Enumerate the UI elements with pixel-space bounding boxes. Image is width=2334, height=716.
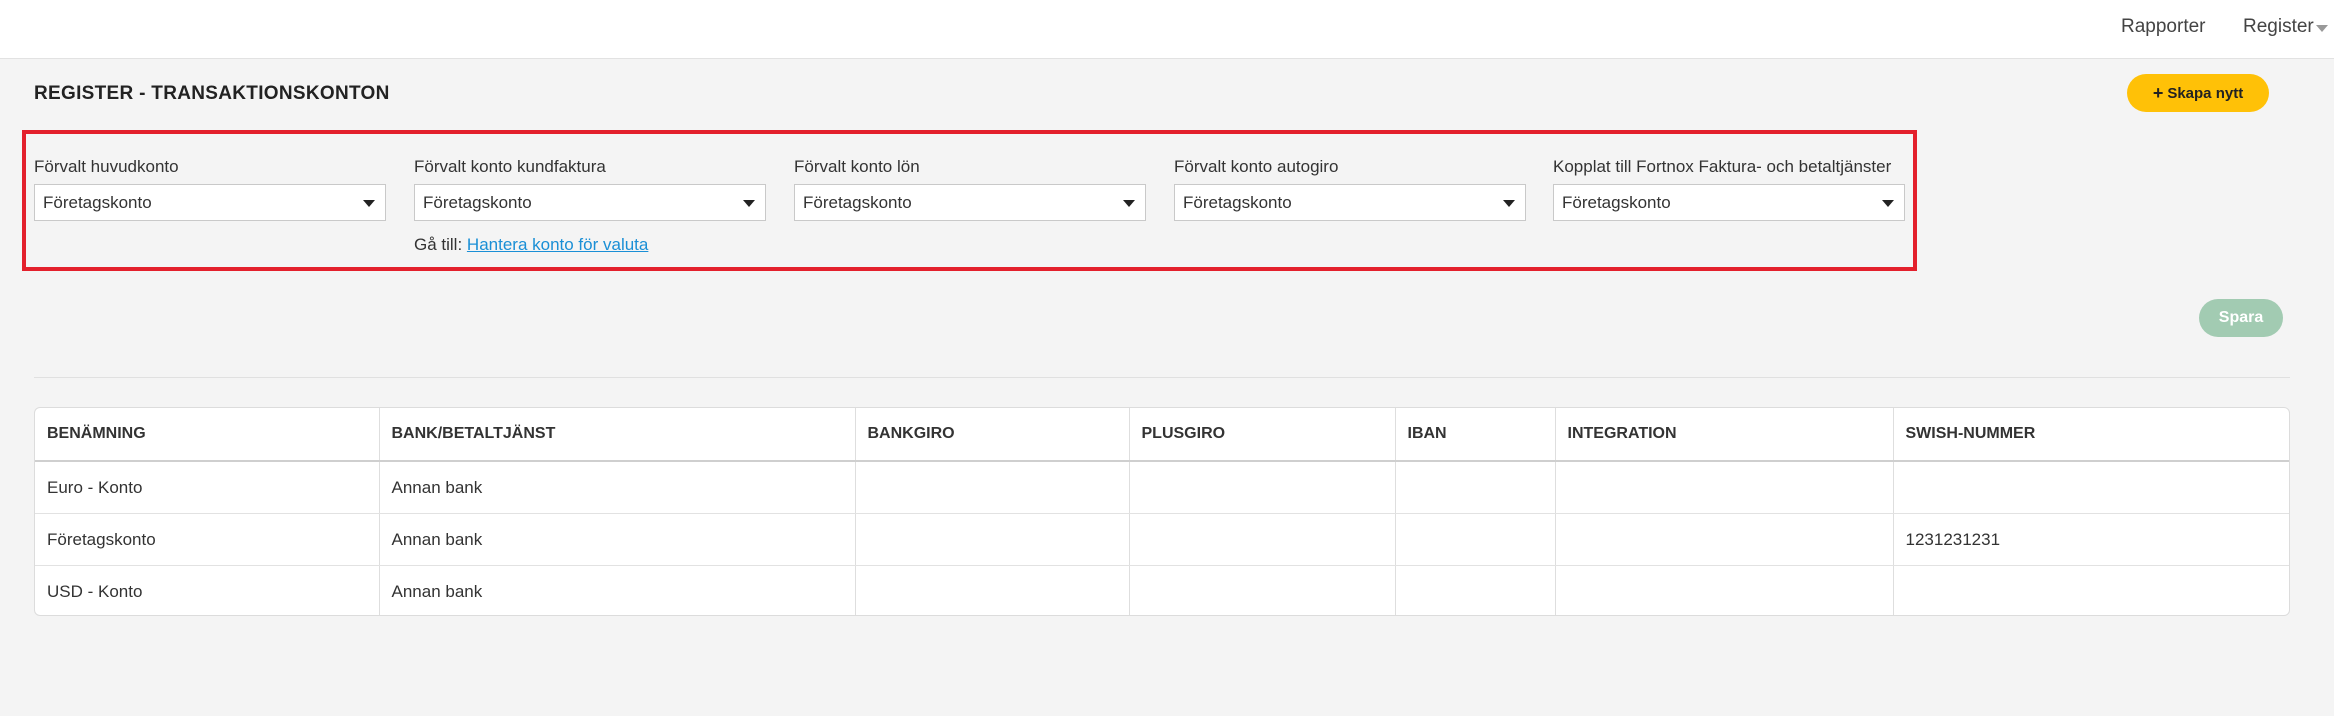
select-value: Företagskonto xyxy=(1562,193,1671,212)
field-label: Förvalt huvudkonto xyxy=(34,157,179,176)
cell-integration xyxy=(1555,513,1894,566)
column-header-bankgiro[interactable]: BANKGIRO xyxy=(855,408,1130,462)
create-new-button[interactable]: + Skapa nytt xyxy=(2127,74,2269,112)
cell-swish xyxy=(1893,566,2289,616)
field-label: Förvalt konto autogiro xyxy=(1174,157,1339,176)
cell-plusgiro xyxy=(1129,513,1396,566)
table-row[interactable]: Euro - Konto Annan bank xyxy=(35,461,2289,514)
cell-swish: 1231231231 xyxy=(1893,513,2289,566)
column-header-swish[interactable]: SWISH-NUMMER xyxy=(1893,408,2289,462)
cell-integration xyxy=(1555,461,1894,514)
table-header-row: BENÄMNING BANK/BETALTJÄNST BANKGIRO PLUS… xyxy=(35,408,2289,462)
cell-integration xyxy=(1555,565,1894,615)
caret-down-icon xyxy=(743,200,755,207)
column-header-plusgiro[interactable]: PLUSGIRO xyxy=(1129,408,1396,462)
caret-down-icon xyxy=(1882,200,1894,207)
top-navigation-bar: Rapporter Register xyxy=(0,0,2334,59)
goto-line: Gå till: Hantera konto för valuta xyxy=(414,235,648,255)
cell-iban xyxy=(1395,513,1556,566)
create-new-label: Skapa nytt xyxy=(2167,84,2244,102)
accounts-table: BENÄMNING BANK/BETALTJÄNST BANKGIRO PLUS… xyxy=(34,407,2290,616)
cell-iban xyxy=(1395,461,1556,514)
fortnox-linked-account-field: Kopplat till Fortnox Faktura- och betalt… xyxy=(1553,155,1905,221)
default-salary-account-select[interactable]: Företagskonto xyxy=(794,184,1146,221)
save-button[interactable]: Spara xyxy=(2199,299,2283,337)
plus-icon: + xyxy=(2152,82,2164,103)
field-label: Förvalt konto kundfaktura xyxy=(414,157,606,176)
select-value: Företagskonto xyxy=(803,193,912,212)
cell-bankgiro xyxy=(855,461,1130,514)
caret-down-icon xyxy=(1123,200,1135,207)
fortnox-linked-account-select[interactable]: Företagskonto xyxy=(1553,184,1905,221)
table-row[interactable]: Företagskonto Annan bank 1231231231 xyxy=(35,513,2289,566)
default-autogiro-account-field: Förvalt konto autogiro Företagskonto xyxy=(1174,155,1526,221)
select-value: Företagskonto xyxy=(43,193,152,212)
cell-plusgiro xyxy=(1129,565,1396,615)
page-title: REGISTER - TRANSAKTIONSKONTON xyxy=(34,83,390,104)
default-autogiro-account-select[interactable]: Företagskonto xyxy=(1174,184,1526,221)
manage-currency-account-link[interactable]: Hantera konto för valuta xyxy=(467,235,648,254)
divider xyxy=(34,377,2290,378)
default-main-account-field: Förvalt huvudkonto Företagskonto xyxy=(34,155,386,221)
goto-prefix: Gå till: xyxy=(414,235,463,254)
table-row[interactable]: USD - Konto Annan bank xyxy=(35,565,2289,616)
column-header-name[interactable]: BENÄMNING xyxy=(35,408,380,462)
default-main-account-select[interactable]: Företagskonto xyxy=(34,184,386,221)
cell-bank: Annan bank xyxy=(379,565,856,615)
cell-bankgiro xyxy=(855,513,1130,566)
cell-iban xyxy=(1395,565,1556,615)
nav-reports-link[interactable]: Rapporter xyxy=(2121,16,2206,38)
chevron-down-icon[interactable] xyxy=(2316,25,2328,32)
default-invoice-account-field: Förvalt konto kundfaktura Företagskonto xyxy=(414,155,766,221)
default-salary-account-field: Förvalt konto lön Företagskonto xyxy=(794,155,1146,221)
cell-bank: Annan bank xyxy=(379,461,856,514)
field-label: Förvalt konto lön xyxy=(794,157,920,176)
cell-bank: Annan bank xyxy=(379,513,856,566)
column-header-iban[interactable]: IBAN xyxy=(1395,408,1556,462)
nav-register-menu[interactable]: Register xyxy=(2243,16,2314,38)
column-header-bank[interactable]: BANK/BETALTJÄNST xyxy=(379,408,856,462)
cell-name: Euro - Konto xyxy=(35,461,380,514)
cell-plusgiro xyxy=(1129,461,1396,514)
cell-name: Företagskonto xyxy=(35,513,380,566)
caret-down-icon xyxy=(363,200,375,207)
select-value: Företagskonto xyxy=(423,193,532,212)
cell-swish xyxy=(1893,461,2289,514)
caret-down-icon xyxy=(1503,200,1515,207)
column-header-integration[interactable]: INTEGRATION xyxy=(1555,408,1894,462)
cell-bankgiro xyxy=(855,565,1130,615)
field-label: Kopplat till Fortnox Faktura- och betalt… xyxy=(1553,157,1892,176)
default-invoice-account-select[interactable]: Företagskonto xyxy=(414,184,766,221)
cell-name: USD - Konto xyxy=(35,565,380,615)
select-value: Företagskonto xyxy=(1183,193,1292,212)
